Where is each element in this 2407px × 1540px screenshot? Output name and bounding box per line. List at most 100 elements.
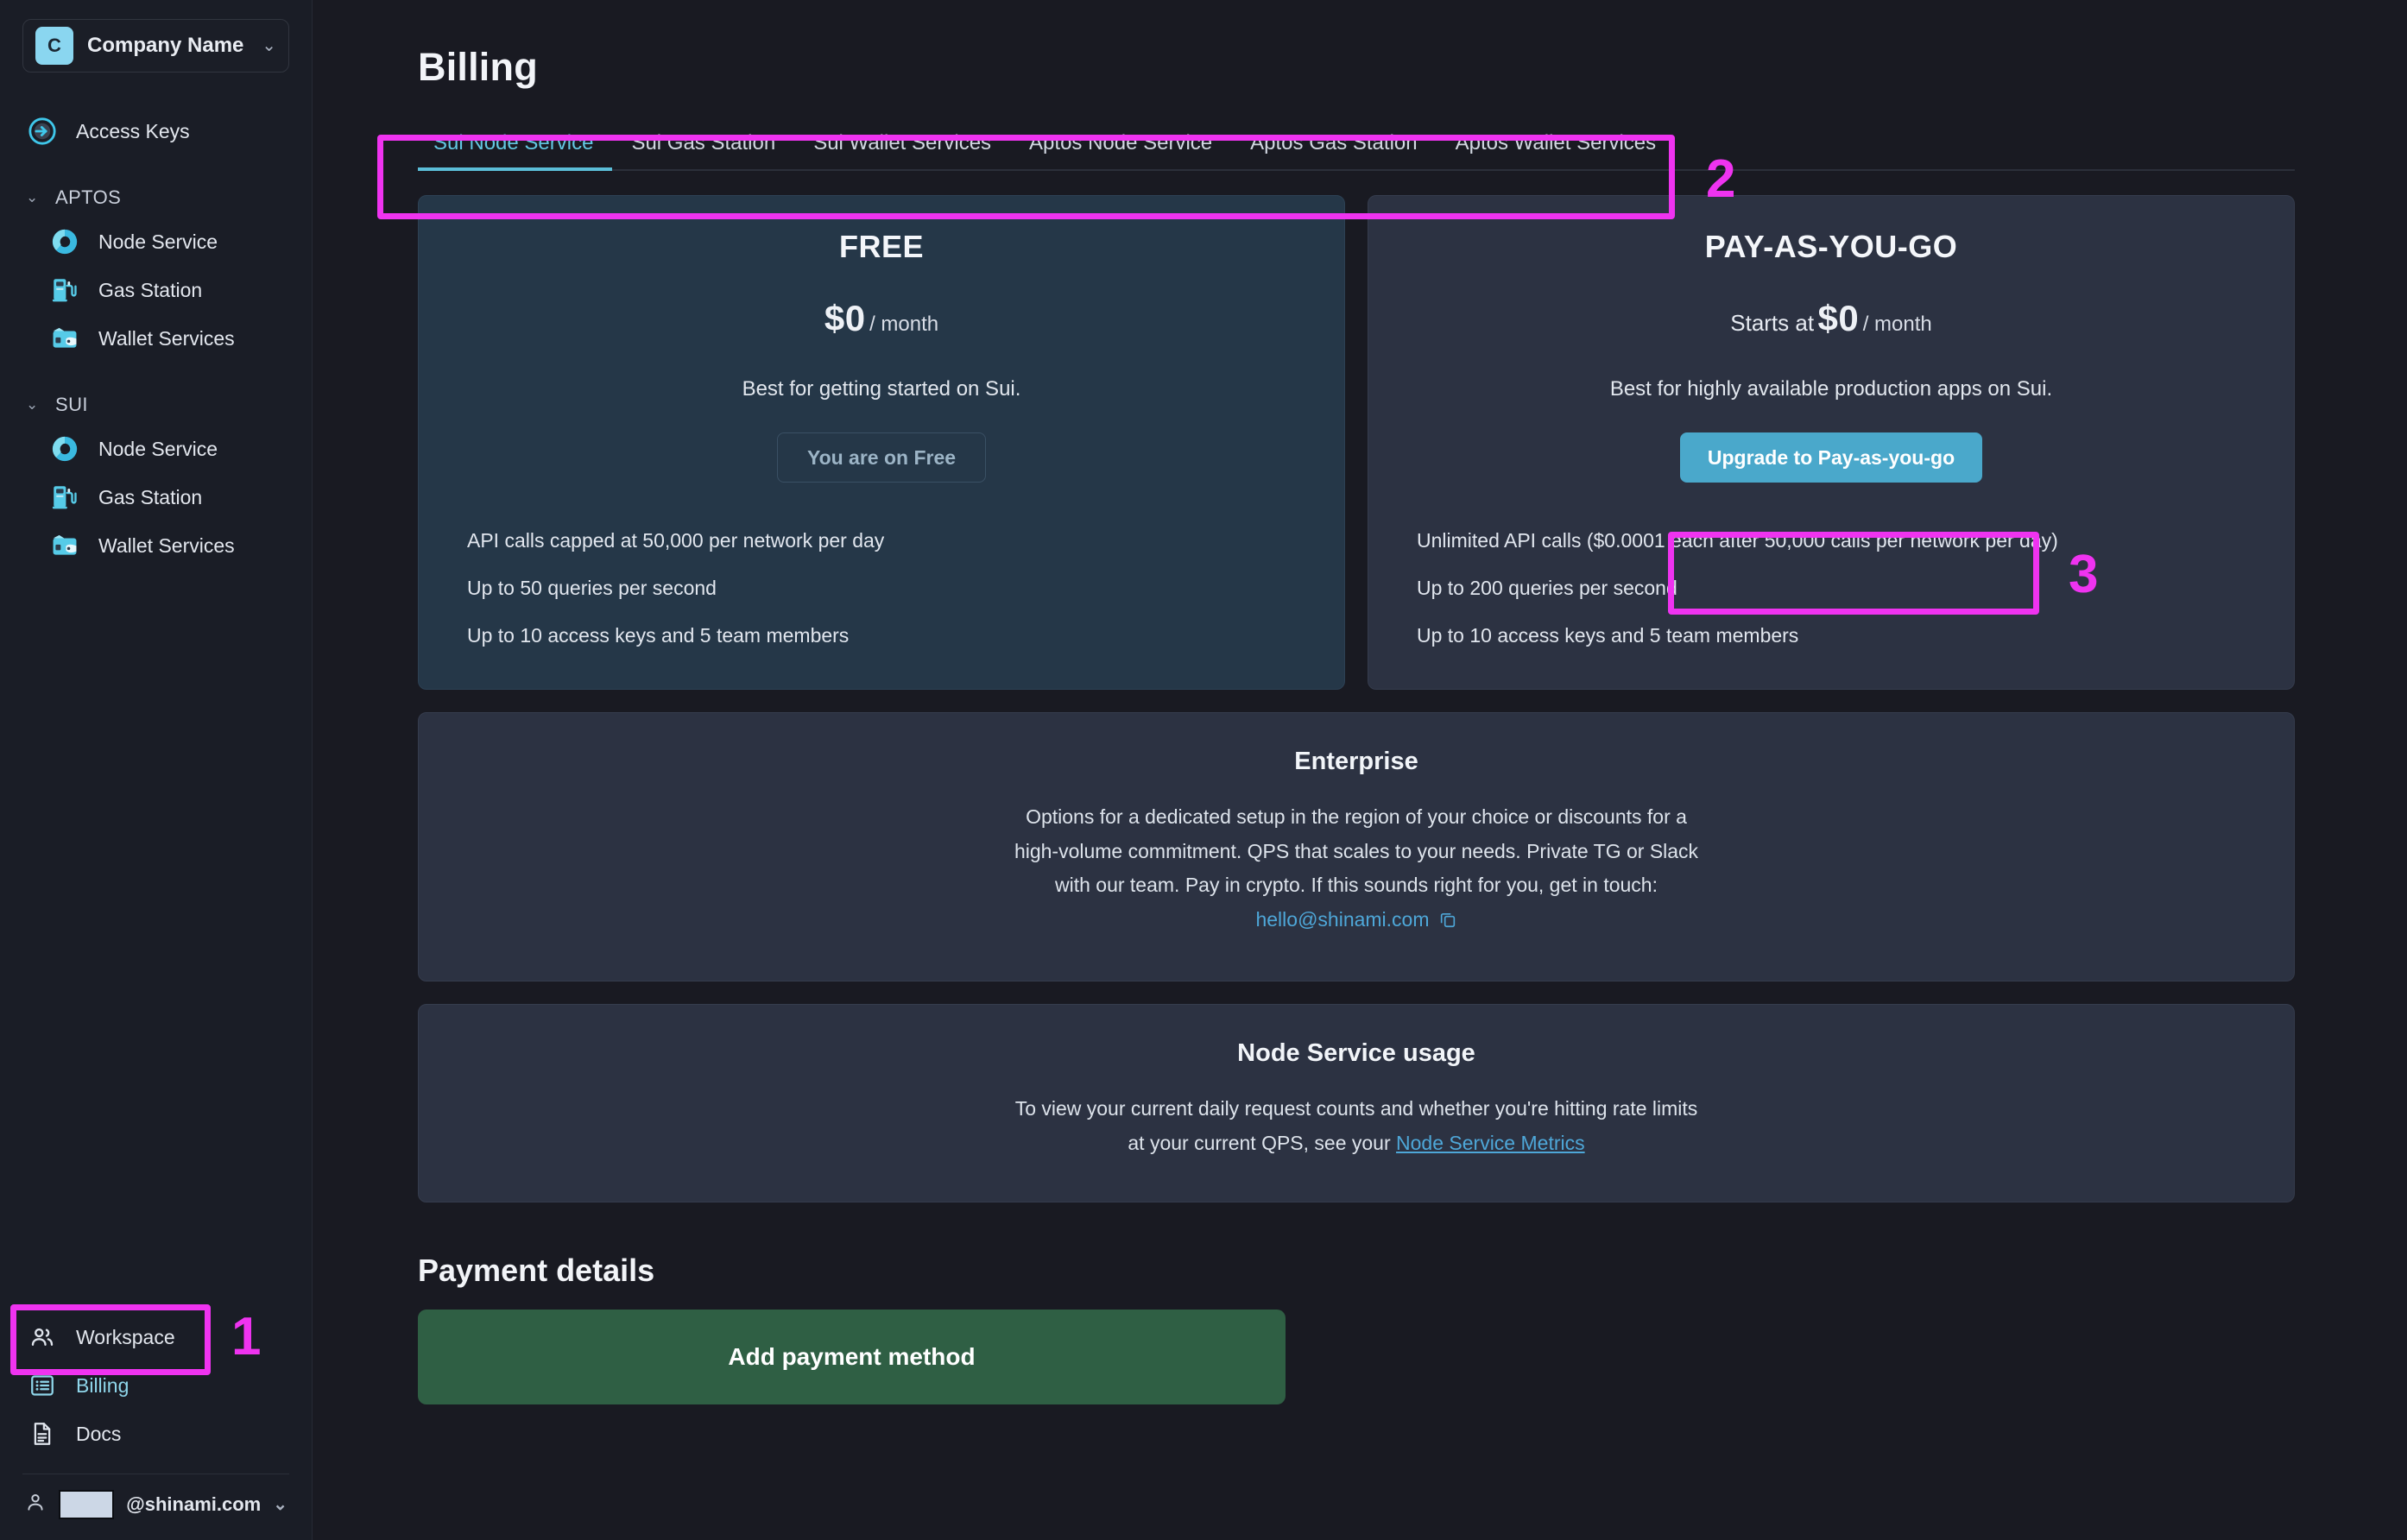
- sidebar-item-label: Gas Station: [98, 485, 203, 508]
- plan-cards: FREE $0 / month Best for getting started…: [418, 195, 2295, 690]
- tab-aptos-node-service[interactable]: Aptos Node Service: [1010, 131, 1231, 169]
- chevron-down-icon: ⌄: [26, 396, 39, 413]
- enterprise-body: Options for a dedicated setup in the reg…: [453, 800, 2259, 939]
- sidebar-item-docs[interactable]: Docs: [0, 1410, 312, 1458]
- node-service-metrics-link[interactable]: Node Service Metrics: [1396, 1132, 1585, 1154]
- sidebar-item-label: Billing: [76, 1373, 130, 1397]
- plan-feature-list: API calls capped at 50,000 per network p…: [467, 529, 1296, 647]
- sidebar-group-aptos[interactable]: ⌄ APTOS: [0, 178, 312, 218]
- add-payment-method-button[interactable]: Add payment method: [418, 1310, 1286, 1405]
- plan-name: PAY-AS-YOU-GO: [1704, 229, 1958, 264]
- plan-name: FREE: [838, 229, 924, 264]
- sidebar-item-label: Wallet Services: [98, 326, 235, 350]
- plan-price-period: / month: [869, 312, 939, 336]
- enterprise-body-line: with our team. Pay in crypto. If this so…: [1054, 874, 1658, 897]
- plan-feature: API calls capped at 50,000 per network p…: [467, 529, 885, 552]
- chevron-down-icon: ⌄: [262, 36, 276, 55]
- billing-page: C Company Name ⌄ Access Keys ⌄ APTOS Nod…: [0, 0, 2407, 1540]
- plan-price-amount: $0: [824, 298, 866, 338]
- gas-station-icon: [48, 481, 81, 514]
- sidebar-item-label: Workspace: [76, 1325, 175, 1348]
- sidebar-item-sui-node-service[interactable]: Node Service: [0, 425, 312, 473]
- sidebar-item-label: Wallet Services: [98, 533, 235, 557]
- sidebar-item-aptos-gas-station[interactable]: Gas Station: [0, 266, 312, 314]
- usage-body: To view your current daily request count…: [453, 1092, 2259, 1160]
- sidebar-group-sui[interactable]: ⌄ SUI: [0, 385, 312, 425]
- plan-price-prefix: Starts at: [1730, 310, 1815, 336]
- enterprise-card: Enterprise Options for a dedicated setup…: [418, 712, 2295, 982]
- tab-sui-node-service[interactable]: Sui Node Service: [418, 131, 613, 171]
- current-plan-button: You are on Free: [776, 432, 987, 483]
- node-service-icon: [48, 432, 81, 465]
- wallet-services-icon: [48, 529, 81, 562]
- chevron-down-icon: ⌄: [26, 189, 39, 205]
- sidebar-group-label: APTOS: [55, 186, 122, 208]
- plan-feature: Unlimited API calls ($0.0001 each after …: [1417, 529, 2058, 552]
- sidebar-item-label: Access Keys: [76, 119, 190, 142]
- user-icon: [24, 1491, 47, 1518]
- sidebar-item-workspace[interactable]: Workspace: [0, 1313, 312, 1361]
- enterprise-email-link[interactable]: hello@shinami.com: [1255, 908, 1429, 931]
- document-icon: [26, 1417, 59, 1450]
- sidebar-item-label: Docs: [76, 1422, 122, 1445]
- node-service-icon: [48, 225, 81, 258]
- plan-price-period: / month: [1862, 312, 1932, 336]
- sidebar-group-label: SUI: [55, 394, 88, 415]
- tab-aptos-gas-station[interactable]: Aptos Gas Station: [1231, 131, 1436, 169]
- upgrade-to-payg-button[interactable]: Upgrade to Pay-as-you-go: [1679, 432, 1983, 483]
- tab-sui-wallet-services[interactable]: Sui Wallet Services: [794, 131, 1010, 169]
- enterprise-body-line: high-volume commitment. QPS that scales …: [1014, 839, 1699, 862]
- org-switcher[interactable]: C Company Name ⌄: [22, 19, 289, 73]
- sidebar-item-label: Node Service: [98, 437, 218, 460]
- plan-cta-zone: You are on Free: [467, 432, 1296, 486]
- tab-sui-gas-station[interactable]: Sui Gas Station: [612, 131, 794, 169]
- usage-title: Node Service usage: [1237, 1039, 1475, 1068]
- plan-description: Best for highly available production app…: [1609, 377, 2053, 401]
- billing-tabs: Sui Node Service Sui Gas Station Sui Wal…: [418, 123, 2295, 171]
- usage-body-line: at your current QPS, see your: [1128, 1131, 1397, 1154]
- sidebar-item-aptos-node-service[interactable]: Node Service: [0, 218, 312, 266]
- plan-card-free: FREE $0 / month Best for getting started…: [418, 195, 1345, 690]
- billing-list-icon: [26, 1369, 59, 1402]
- account-email-suffix: @shinami.com: [126, 1493, 262, 1515]
- org-name: Company Name: [87, 34, 244, 57]
- plan-feature-list: Unlimited API calls ($0.0001 each after …: [1417, 529, 2246, 647]
- copy-icon[interactable]: [1438, 906, 1457, 940]
- sidebar-item-sui-wallet-services[interactable]: Wallet Services: [0, 521, 312, 570]
- sidebar-footer-nav: Workspace Billing Docs @shinami.com ⌄: [0, 1313, 312, 1540]
- plan-price: Starts at $0 / month: [1417, 298, 2246, 339]
- plan-card-pay-as-you-go: PAY-AS-YOU-GO Starts at $0 / month Best …: [1368, 195, 2295, 690]
- plan-description: Best for getting started on Sui.: [742, 377, 1021, 401]
- tab-aptos-wallet-services[interactable]: Aptos Wallet Services: [1437, 131, 1676, 169]
- org-avatar: C: [35, 27, 73, 65]
- enterprise-body-line: Options for a dedicated setup in the reg…: [1026, 805, 1687, 828]
- usage-body-line: To view your current daily request count…: [1014, 1097, 1698, 1120]
- access-key-icon: [26, 115, 59, 148]
- payment-details-title: Payment details: [418, 1253, 655, 1289]
- sidebar-primary-nav: Access Keys: [0, 107, 312, 155]
- plan-feature: Up to 10 access keys and 5 team members: [1417, 624, 1799, 647]
- people-icon: [26, 1321, 59, 1354]
- plan-feature: Up to 10 access keys and 5 team members: [467, 624, 850, 647]
- page-title: Billing: [418, 45, 538, 89]
- plan-feature: Up to 200 queries per second: [1417, 577, 1677, 599]
- plan-price-amount: $0: [1817, 298, 1860, 338]
- gas-station-icon: [48, 274, 81, 306]
- sidebar: C Company Name ⌄ Access Keys ⌄ APTOS Nod…: [0, 0, 313, 1540]
- enterprise-title: Enterprise: [1294, 748, 1418, 775]
- sidebar-item-label: Gas Station: [98, 278, 203, 301]
- plan-price: $0 / month: [467, 298, 1296, 339]
- sidebar-item-aptos-wallet-services[interactable]: Wallet Services: [0, 314, 312, 363]
- sidebar-item-label: Node Service: [98, 230, 218, 253]
- account-menu[interactable]: @shinami.com ⌄: [0, 1474, 312, 1528]
- node-service-usage-card: Node Service usage To view your current …: [418, 1004, 2295, 1203]
- sidebar-item-billing[interactable]: Billing: [0, 1361, 312, 1410]
- plan-cta-zone: Upgrade to Pay-as-you-go: [1417, 432, 2246, 486]
- wallet-services-icon: [48, 322, 81, 355]
- main-content: Billing Sui Node Service Sui Gas Station…: [313, 0, 2407, 1540]
- redacted-email-box: [59, 1490, 115, 1519]
- chevron-down-icon: ⌄: [273, 1495, 287, 1514]
- sidebar-item-sui-gas-station[interactable]: Gas Station: [0, 473, 312, 521]
- sidebar-item-access-keys[interactable]: Access Keys: [0, 107, 312, 155]
- plan-feature: Up to 50 queries per second: [467, 577, 717, 599]
